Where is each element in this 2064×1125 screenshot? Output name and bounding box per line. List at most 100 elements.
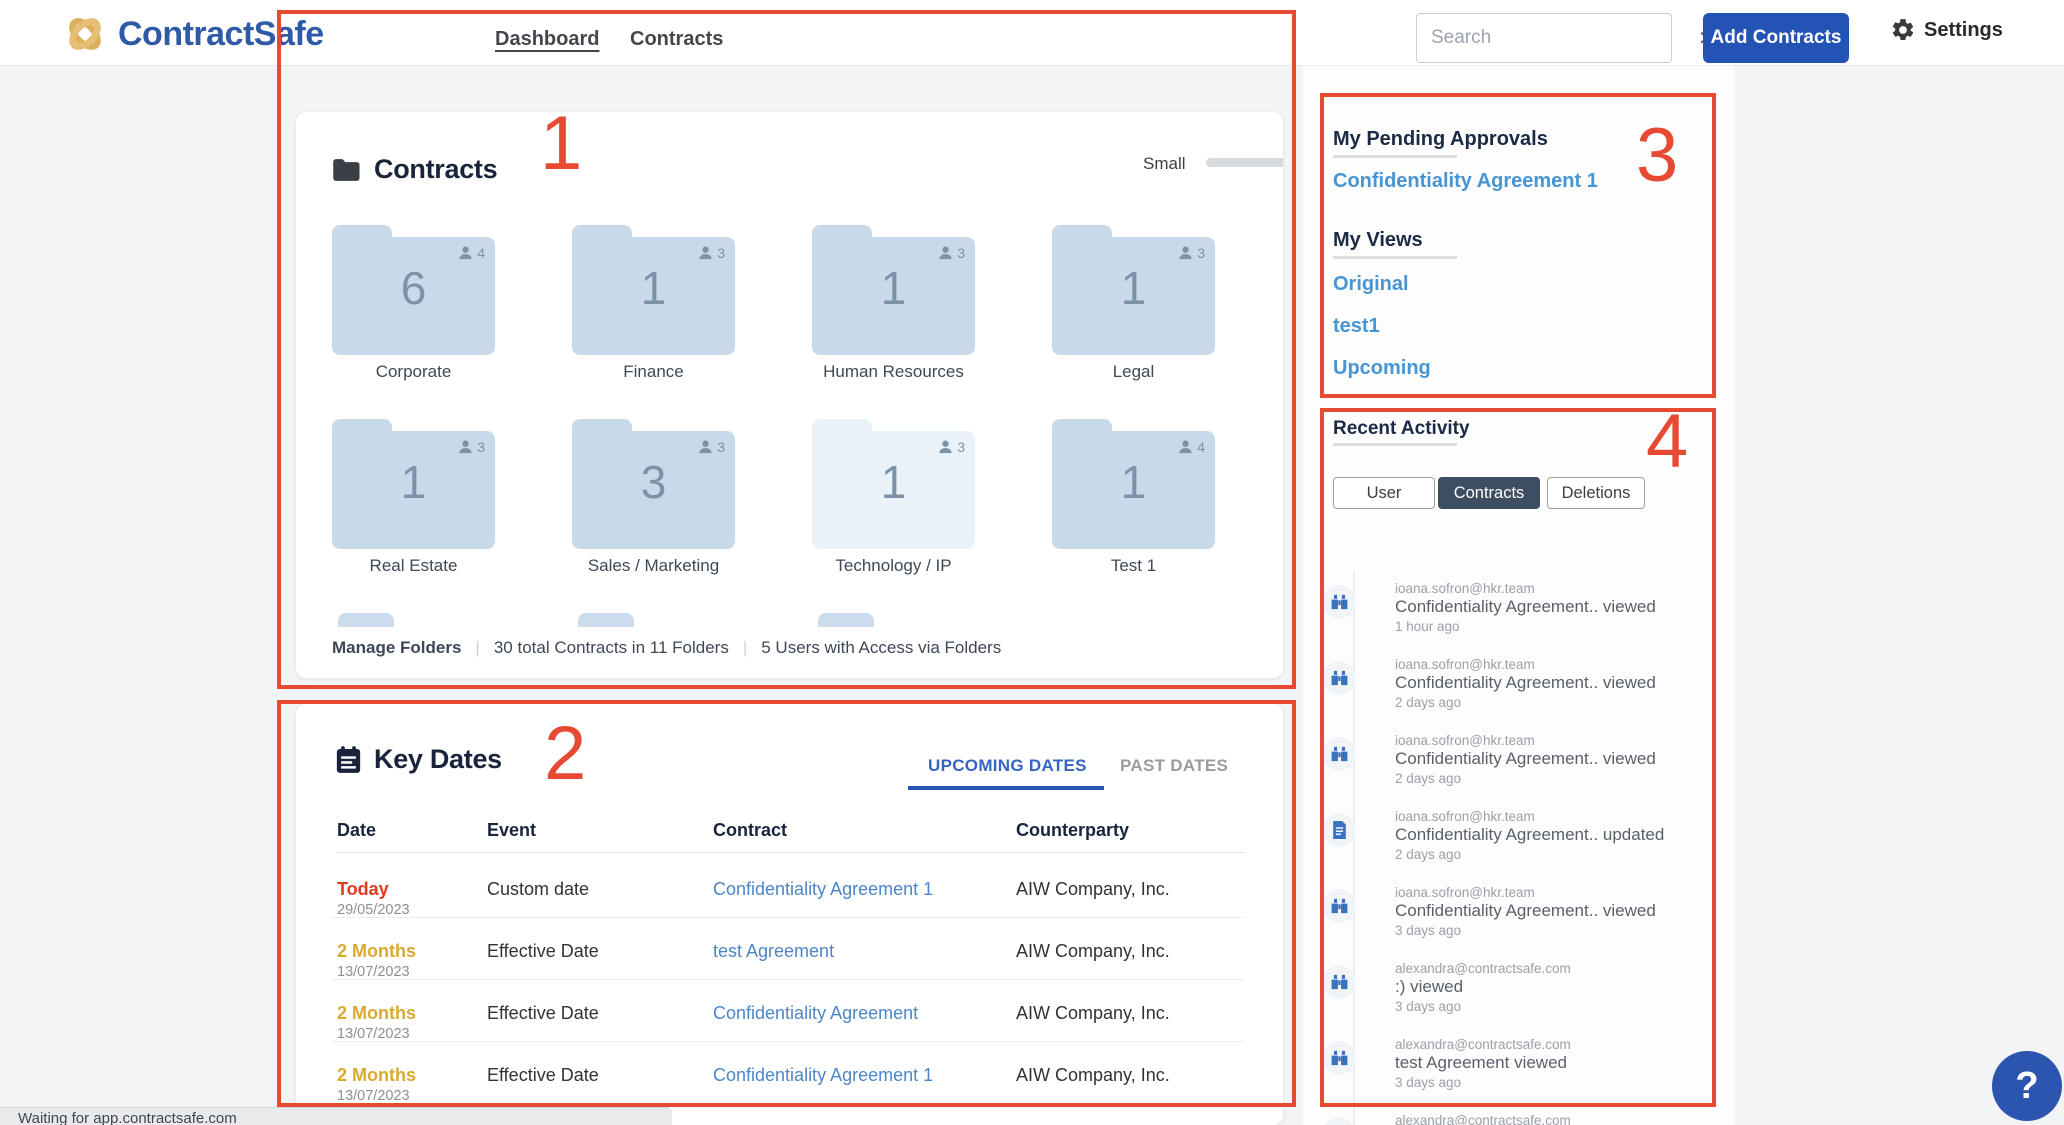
folder-name: Technology / IP <box>835 556 952 575</box>
pending-approval-link[interactable]: Confidentiality Agreement 1 <box>1333 170 1598 193</box>
contract-link[interactable]: Confidentiality Agreement 1 <box>713 879 933 900</box>
view-link-upcoming[interactable]: Upcoming <box>1333 357 1431 380</box>
activity-user: alexandra@contractsafe.com <box>1395 1037 1571 1052</box>
tab-activity-contracts[interactable]: Contracts <box>1438 477 1540 509</box>
add-contracts-button[interactable]: Add Contracts <box>1703 13 1849 63</box>
logo-knot-icon <box>62 12 108 56</box>
folder-icon[interactable]: 4 1 <box>1052 419 1215 549</box>
question-mark-icon: ? <box>2015 1064 2039 1107</box>
activity-user: ioana.sofron@hkr.team <box>1395 809 1535 824</box>
folder-users-badge: 3 <box>698 245 725 261</box>
tab-activity-user[interactable]: User <box>1333 477 1435 509</box>
brand-logo[interactable]: ContractSafe <box>62 12 324 56</box>
activity-action: test Agreement viewed <box>1395 1053 1567 1072</box>
folder-icon[interactable]: 3 1 <box>572 225 735 355</box>
counterparty-name: AIW Company, Inc. <box>1016 1003 1170 1023</box>
folder-technology-ip: 3 1 Technology / IP <box>812 419 975 576</box>
date-value: 29/05/2023 <box>337 902 410 918</box>
divider <box>337 852 1245 853</box>
contracts-footer: Manage Folders | 30 total Contracts in 1… <box>332 638 1002 658</box>
search-input[interactable] <box>1417 27 1684 49</box>
folder-icon[interactable]: 3 1 <box>1052 225 1215 355</box>
activity-time: 2 days ago <box>1395 771 1462 786</box>
counterparty-name: AIW Company, Inc. <box>1016 879 1170 899</box>
event-type: Custom date <box>487 879 590 899</box>
total-contracts-text: 30 total Contracts in 11 Folders <box>493 638 729 657</box>
folder-name: Real Estate <box>369 556 458 575</box>
person-icon <box>1179 246 1192 260</box>
folder-icon[interactable]: 3 3 <box>572 419 735 549</box>
activity-time: 2 days ago <box>1395 847 1462 862</box>
activity-user: alexandra@contractsafe.com <box>1395 961 1571 976</box>
nav-dashboard[interactable]: Dashboard <box>495 28 599 51</box>
person-icon <box>939 440 952 454</box>
binoculars-icon <box>1322 1041 1356 1075</box>
tab-activity-deletions[interactable]: Deletions <box>1547 477 1645 509</box>
brand-name: ContractSafe <box>118 14 324 53</box>
folder-icon[interactable]: 4 6 <box>332 225 495 355</box>
event-type: Effective Date <box>487 1003 599 1023</box>
view-link-original[interactable]: Original <box>1333 273 1409 296</box>
contract-link[interactable]: Confidentiality Agreement <box>713 1003 918 1024</box>
folder-users-badge: 3 <box>698 439 725 455</box>
recent-activity-title: Recent Activity <box>1333 418 1470 439</box>
contract-link[interactable]: Confidentiality Agreement 1 <box>713 1065 933 1086</box>
date-value: 13/07/2023 <box>337 1026 410 1042</box>
view-link-test1[interactable]: test1 <box>1333 315 1380 338</box>
activity-time: 1 hour ago <box>1395 619 1460 634</box>
tab-past-dates[interactable]: PAST DATES <box>1120 756 1228 776</box>
activity-time: 3 days ago <box>1395 1075 1462 1090</box>
gear-icon <box>1890 17 1916 43</box>
search-box: ✕ <box>1416 13 1715 63</box>
folder-icon[interactable]: 3 1 <box>812 225 975 355</box>
folder-users-badge: 3 <box>938 245 965 261</box>
activity-time: 3 days ago <box>1395 923 1462 938</box>
activity-user: ioana.sofron@hkr.team <box>1395 885 1535 900</box>
counterparty-name: AIW Company, Inc. <box>1016 941 1170 961</box>
activity-user: alexandra@contractsafe.com <box>1395 1113 1571 1125</box>
folder-users-badge: 3 <box>458 439 485 455</box>
folder-name: Corporate <box>375 362 452 381</box>
date-value: 13/07/2023 <box>337 1088 410 1104</box>
folder-stub <box>818 613 874 627</box>
folder-users-badge: 4 <box>458 245 485 261</box>
folder-real-estate: 3 1 Real Estate <box>332 419 495 576</box>
folder-sales-marketing: 3 3 Sales / Marketing <box>572 419 735 576</box>
nav-contracts[interactable]: Contracts <box>630 28 723 51</box>
activity-time: 2 days ago <box>1395 695 1462 710</box>
person-icon <box>459 246 472 260</box>
folder-stub <box>578 613 634 627</box>
divider <box>1333 256 1457 259</box>
folder-name: Human Resources <box>823 362 964 381</box>
key-dates-title: Key Dates <box>335 744 502 775</box>
activity-timeline <box>1353 571 1355 1125</box>
folder-icon[interactable]: 3 1 <box>332 419 495 549</box>
binoculars-icon <box>1322 1117 1356 1125</box>
folder-stub <box>338 613 394 627</box>
help-button[interactable]: ? <box>1992 1051 2062 1121</box>
folder-title-icon <box>332 157 362 183</box>
folder-name: Sales / Marketing <box>587 556 720 575</box>
contract-link[interactable]: test Agreement <box>713 941 834 962</box>
settings-button[interactable]: Settings <box>1890 17 2003 43</box>
activity-action: Confidentiality Agreement.. viewed <box>1395 901 1656 920</box>
contracts-panel-title: Contracts <box>332 154 498 185</box>
person-icon <box>1179 440 1192 454</box>
date-value: 13/07/2023 <box>337 964 410 980</box>
column-header-contract: Contract <box>713 820 788 840</box>
browser-status-bar: Waiting for app.contractsafe.com <box>0 1107 672 1125</box>
binoculars-icon <box>1322 585 1356 619</box>
tab-upcoming-dates[interactable]: UPCOMING DATES <box>928 756 1087 776</box>
manage-folders-link[interactable]: Manage Folders <box>332 638 461 658</box>
key-dates-panel: Key Dates UPCOMING DATES PAST DATES Date… <box>296 704 1283 1125</box>
due-label: 2 Months <box>337 941 416 961</box>
folder-human-resources: 3 1 Human Resources <box>812 225 975 382</box>
folder-size-slider[interactable] <box>1206 158 1283 167</box>
folder-icon[interactable]: 3 1 <box>812 419 975 549</box>
top-bar: ContractSafe Dashboard Contracts ✕ Add C… <box>0 0 2064 66</box>
person-icon <box>459 440 472 454</box>
activity-time: 3 days ago <box>1395 999 1462 1014</box>
binoculars-icon <box>1322 737 1356 771</box>
column-header-event: Event <box>487 820 537 840</box>
due-label: 2 Months <box>337 1065 416 1085</box>
